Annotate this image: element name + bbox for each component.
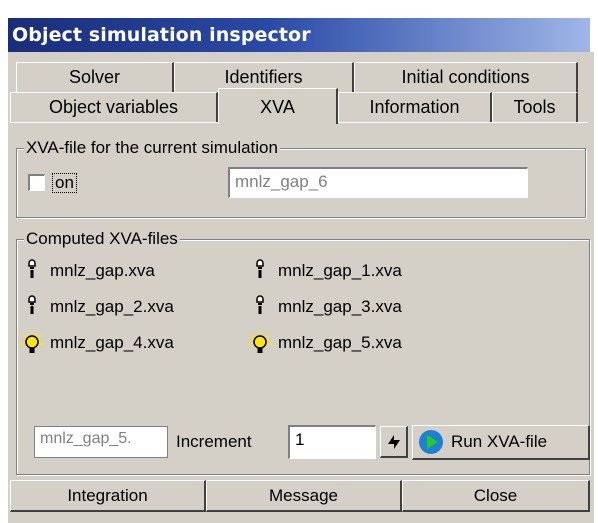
tab-object-variables[interactable]: Object variables <box>10 92 218 122</box>
file-name: mnlz_gap_3.xva <box>278 297 402 316</box>
bulb-off-icon <box>18 294 46 320</box>
tab-initial-conditions[interactable]: Initial conditions <box>354 62 578 92</box>
xva-file-item[interactable]: mnlz_gap.xva <box>18 258 155 284</box>
file-name: mnlz_gap_2.xva <box>50 297 174 316</box>
bulb-off-icon <box>246 258 274 284</box>
spinner-arrows-icon <box>387 434 400 449</box>
increment-label: Increment <box>176 432 252 451</box>
integration-button[interactable]: Integration <box>10 480 206 512</box>
bulb-off-icon <box>246 294 274 320</box>
file-name: mnlz_gap.xva <box>50 261 155 280</box>
computed-files-legend: Computed XVA-files <box>24 229 180 248</box>
tab-solver[interactable]: Solver <box>16 62 174 92</box>
tab-label: Solver <box>68 67 121 87</box>
tab-label: Information <box>369 97 460 117</box>
xva-file-item[interactable]: mnlz_gap_3.xva <box>246 294 402 320</box>
tab-label: Object variables <box>48 97 179 117</box>
bulb-on-icon <box>18 330 46 356</box>
message-button[interactable]: Message <box>206 480 402 512</box>
tab-label: Initial conditions <box>401 67 530 87</box>
tab-label: Tools <box>513 97 556 117</box>
play-icon <box>419 430 443 454</box>
current-filename-field[interactable]: mnlz_gap_6 <box>228 167 528 198</box>
button-label: Message <box>269 485 338 505</box>
button-label: Close <box>473 485 518 505</box>
increment-spinner[interactable] <box>380 426 408 458</box>
button-label: Integration <box>67 485 148 505</box>
file-name: mnlz_gap_5.xva <box>278 333 402 352</box>
bulb-off-icon <box>18 258 46 284</box>
inspector-window: Object simulation inspector Solver Ident… <box>0 0 598 523</box>
tab-page-edge <box>10 122 218 123</box>
current-file-legend: XVA-file for the current simulation <box>24 138 280 157</box>
bulb-on-icon <box>246 330 274 356</box>
window-title: Object simulation inspector <box>12 24 311 46</box>
tab-information[interactable]: Information <box>338 92 492 122</box>
title-bar[interactable]: Object simulation inspector <box>8 18 590 52</box>
run-xva-button[interactable]: Run XVA-file <box>412 425 590 460</box>
tab-tools[interactable]: Tools <box>492 92 578 122</box>
close-button[interactable]: Close <box>402 480 590 512</box>
file-name: mnlz_gap_1.xva <box>278 261 402 280</box>
tab-page-edge <box>338 122 588 123</box>
run-button-label: Run XVA-file <box>451 432 548 451</box>
xva-file-item[interactable]: mnlz_gap_5.xva <box>246 330 402 356</box>
main-panel: Solver Identifiers Initial conditions Ob… <box>8 52 594 523</box>
xva-file-item[interactable]: mnlz_gap_1.xva <box>246 258 402 284</box>
on-label[interactable]: on <box>52 173 77 193</box>
xva-file-item[interactable]: mnlz_gap_4.xva <box>18 330 174 356</box>
increment-input[interactable]: 1 <box>288 425 376 459</box>
tab-label: Identifiers <box>224 67 303 87</box>
xva-file-item[interactable]: mnlz_gap_2.xva <box>18 294 174 320</box>
tab-xva[interactable]: XVA <box>218 88 338 124</box>
run-file-field[interactable]: mnlz_gap_5. <box>34 426 168 458</box>
file-name: mnlz_gap_4.xva <box>50 333 174 352</box>
tab-label: XVA <box>260 97 295 117</box>
on-checkbox[interactable] <box>28 174 45 191</box>
